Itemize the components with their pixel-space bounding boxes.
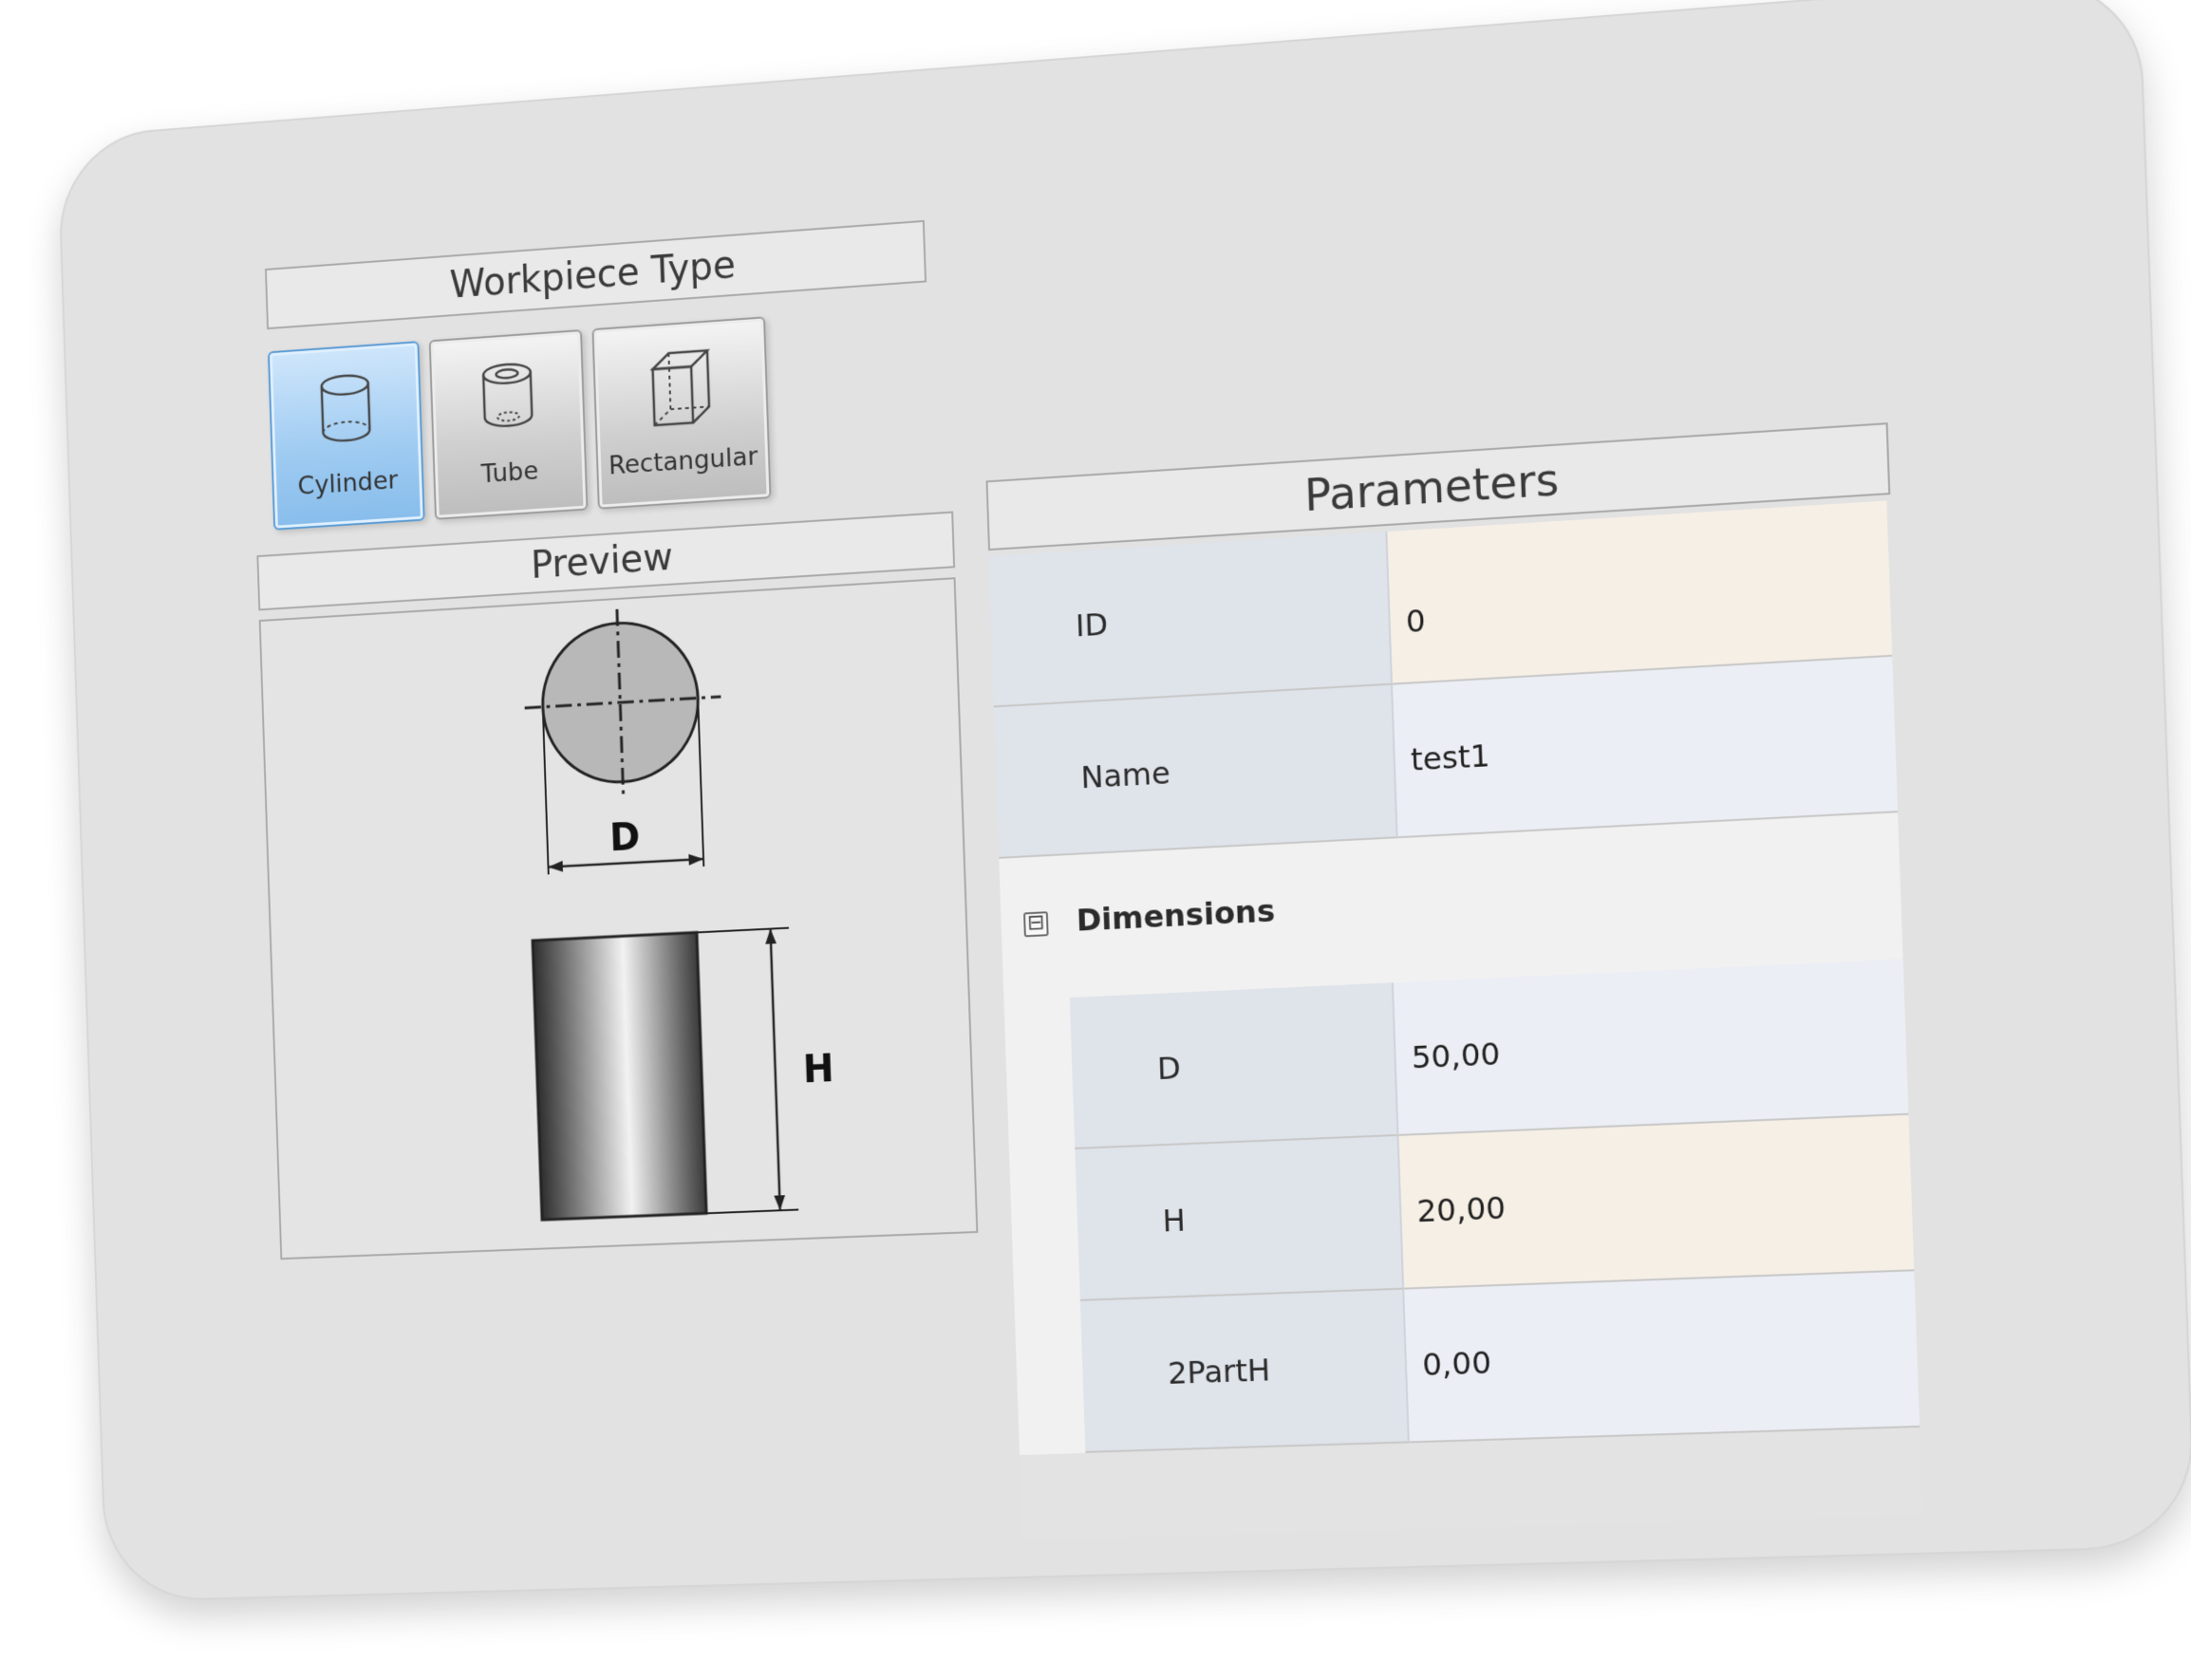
cylinder-icon <box>312 370 378 452</box>
property-label-name: Name <box>994 685 1398 859</box>
property-label-id: ID <box>988 532 1393 707</box>
preview-canvas: D H <box>259 577 979 1260</box>
property-value-h[interactable]: 20,00 <box>1399 1115 1915 1290</box>
tube-button-label: Tube <box>435 454 585 493</box>
property-label-2parth: 2PartH <box>1080 1290 1410 1453</box>
workpiece-editor: Workpiece Type Cylinder Tube Rectangular… <box>176 125 1992 1525</box>
cylinder-button[interactable]: Cylinder <box>268 341 425 531</box>
side-view-rect <box>533 932 706 1220</box>
property-label-d: D <box>1070 982 1399 1149</box>
tube-icon <box>475 359 541 441</box>
property-value-name[interactable]: test1 <box>1393 657 1898 838</box>
device-frame: Workpiece Type Cylinder Tube Rectangular… <box>57 0 2191 1602</box>
property-value-id[interactable]: 0 <box>1387 501 1892 685</box>
cylinder-drawing: D H <box>261 579 977 1258</box>
workpiece-type-header: Workpiece Type <box>265 220 927 329</box>
dimension-d-label: D <box>609 816 640 861</box>
property-value-d[interactable]: 50,00 <box>1394 959 1909 1136</box>
dimension-h-label: H <box>802 1048 834 1092</box>
tube-button[interactable]: Tube <box>429 329 589 520</box>
box-icon <box>645 346 717 436</box>
property-row-2parth: 2PartH 0,00 <box>1080 1271 1919 1453</box>
collapse-icon[interactable]: ⊟ <box>1023 911 1049 937</box>
rectangular-button-label: Rectangular <box>598 441 769 481</box>
cylinder-button-label: Cylinder <box>273 464 422 502</box>
property-label-h: H <box>1075 1136 1404 1301</box>
dimensions-category-label: Dimensions <box>1076 892 1275 938</box>
property-value-2parth[interactable]: 0,00 <box>1404 1271 1919 1443</box>
rectangular-button[interactable]: Rectangular <box>591 316 771 509</box>
